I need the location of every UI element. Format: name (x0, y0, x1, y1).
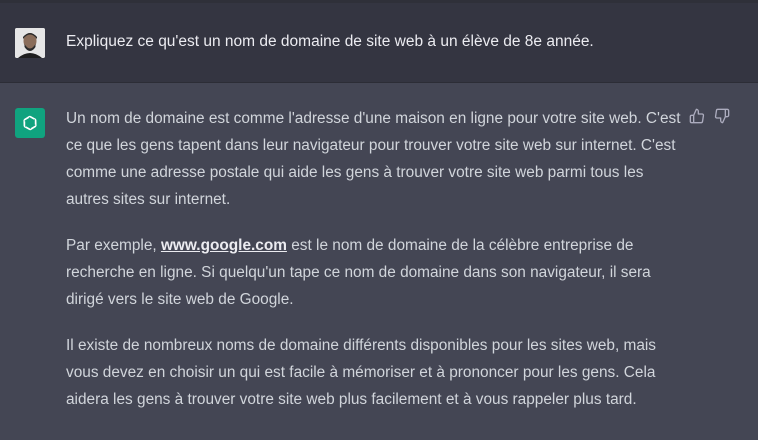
user-avatar (15, 28, 45, 58)
answer-paragraph-2: Par exemple, www.google.com est le nom d… (66, 232, 686, 313)
google-link[interactable]: www.google.com (161, 237, 287, 254)
thumbs-up-button[interactable] (688, 107, 706, 125)
thumbs-down-icon (714, 108, 730, 124)
answer-paragraph-3: Il existe de nombreux noms de domaine di… (66, 337, 656, 408)
user-avatar-icon (15, 28, 45, 58)
thumbs-down-button[interactable] (713, 107, 731, 125)
answer-paragraph-2-before: Par exemple, (66, 237, 161, 254)
assistant-message-text: Un nom de domaine est comme l'adresse d'… (66, 105, 686, 432)
thumbs-up-icon (689, 108, 705, 124)
assistant-message-row: Un nom de domaine est comme l'adresse d'… (0, 83, 758, 440)
openai-logo-icon (15, 108, 45, 138)
user-message-row: Expliquez ce qu'est un nom de domaine de… (0, 3, 758, 83)
answer-paragraph-1: Un nom de domaine est comme l'adresse d'… (66, 110, 681, 208)
user-message-text: Expliquez ce qu'est un nom de domaine de… (66, 33, 594, 50)
